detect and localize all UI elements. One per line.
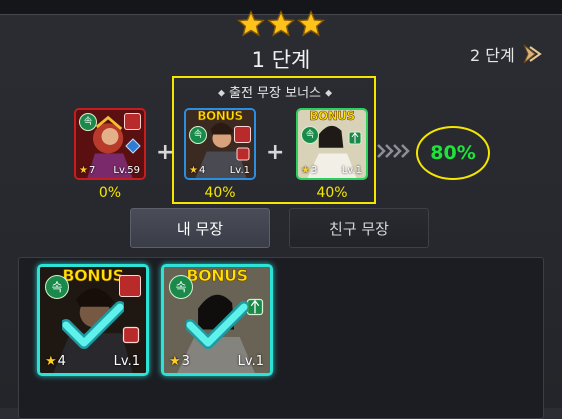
star-icon: [267, 10, 295, 37]
star-rank: ★ 4: [45, 354, 66, 369]
attribute-icon: 속: [189, 126, 207, 144]
stat-icon: [236, 147, 250, 161]
hero-level: Lv.1: [113, 354, 140, 369]
total-bonus-value: 80%: [430, 142, 476, 164]
star-icon: [297, 10, 325, 37]
next-stage-label: 2 단계: [470, 46, 515, 65]
stat-icon: [122, 326, 140, 344]
attribute-icon: 속: [301, 126, 319, 144]
star-icon: [237, 10, 265, 37]
star-rank: ★ 4: [189, 165, 206, 176]
hero-level: Lv.59: [113, 165, 140, 176]
hero-slot-1[interactable]: 속 ★ 7 Lv.59: [74, 108, 146, 180]
class-icon: [119, 275, 141, 297]
hero-list-item-1[interactable]: BONUS 속 ★ 4 Lv.1: [37, 264, 149, 376]
slot-bonus-percent: 0%: [98, 185, 122, 201]
star-rank: ★ 3: [169, 354, 190, 369]
hero-list-item-2[interactable]: BONUS 속 ★ 3 Lv.1: [161, 264, 273, 376]
hero-slot-3[interactable]: BONUS 속 ★ 3 Lv.1: [296, 108, 368, 180]
tab-friend-heroes[interactable]: 친구 무장: [289, 208, 429, 248]
class-icon: [234, 126, 251, 143]
hero-level: Lv.1: [237, 354, 264, 369]
stat-icon: [125, 138, 141, 154]
plus-icon: +: [266, 140, 285, 165]
tab-my-heroes[interactable]: 내 무장: [130, 208, 270, 248]
bonus-label: BONUS: [309, 109, 355, 123]
hero-slot-2[interactable]: BONUS 속 ★ 4 Lv.1: [184, 108, 256, 180]
star-rank: ★ 3: [301, 165, 318, 176]
hero-level: Lv.1: [341, 165, 362, 176]
chevron-right-icon: [377, 144, 410, 158]
diamond-icon: ◆: [217, 88, 225, 99]
check-icon: [186, 301, 248, 349]
diamond-icon: ◆: [325, 88, 333, 99]
slot-bonus-percent: 40%: [204, 185, 236, 201]
next-stage-button[interactable]: 2 단계: [470, 40, 543, 68]
chevron-right-icon: [523, 44, 542, 64]
stat-icon: [348, 131, 362, 145]
star-rank: ★ 7: [79, 165, 96, 176]
hero-level: Lv.1: [229, 165, 250, 176]
stage-stars: [237, 10, 327, 40]
stage-title: 1 단계: [251, 48, 311, 72]
bonus-section-title: ◆ 출전 무장 보너스 ◆: [217, 86, 333, 101]
slot-bonus-percent: 40%: [316, 185, 348, 201]
attribute-icon: 속: [169, 275, 193, 299]
class-icon: [124, 113, 141, 130]
bonus-label: BONUS: [197, 109, 243, 123]
attribute-icon: 속: [79, 113, 97, 131]
check-icon: [62, 301, 124, 349]
stat-icon: [246, 298, 264, 316]
attribute-icon: 속: [45, 275, 69, 299]
plus-icon: +: [156, 140, 175, 165]
